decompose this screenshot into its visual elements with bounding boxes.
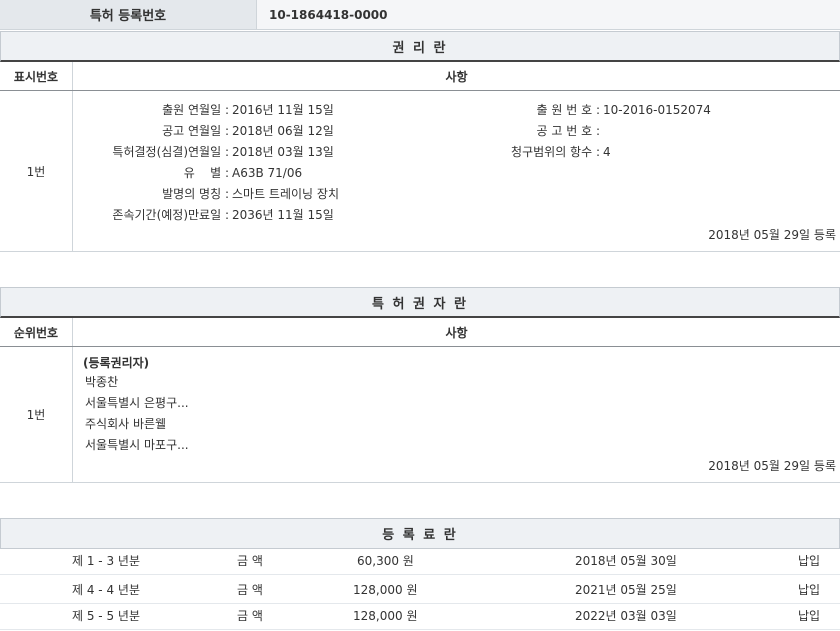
owner-section-title: 특 허 권 자 란	[0, 287, 840, 318]
owner-row-content: (등록권리자) 박종찬 서울특별시 은평구... 주식회사 바른웰 서울특별시 …	[73, 347, 840, 482]
fee-status: 납입	[798, 609, 821, 623]
owner-address-2: 서울특별시 마포구...	[85, 438, 189, 452]
invention-title-value: 스마트 트레이닝 장치	[232, 187, 339, 201]
claims-count-value: 4	[603, 144, 611, 159]
decision-date-label: 특허결정(심결)연월일 :	[112, 145, 229, 159]
patent-number-value: 10-1864418-0000	[257, 0, 840, 29]
owner-name-2: 주식회사 바른웰	[85, 417, 167, 431]
application-number: 출 원 번 호 : 10-2016-0152074	[423, 99, 711, 120]
filing-date: 출원 연월일 : 2016년 11월 15일	[73, 99, 334, 120]
fee-amount: 128,000 원	[353, 583, 418, 597]
fee-period: 제 5 - 5 년분	[72, 609, 140, 623]
patent-number-row: 특허 등록번호 10-1864418-0000	[0, 0, 840, 30]
publication-date: 공고 연월일 : 2018년 06월 12일	[73, 120, 334, 141]
fee-status: 납입	[798, 583, 821, 597]
fee-amount: 128,000 원	[353, 609, 418, 623]
fee-amount: 60,300 원	[357, 554, 414, 568]
claims-count: 청구범위의 항수 : 4	[423, 141, 611, 162]
publication-number: 공 고 번 호 :	[423, 120, 603, 141]
owner-column-header: 순위번호 사항	[0, 318, 840, 347]
fee-date: 2021년 05월 25일	[575, 583, 677, 597]
publication-date-value: 2018년 06월 12일	[232, 124, 334, 138]
rights-col-no: 표시번호	[0, 62, 73, 90]
owner-address-1: 서울특별시 은평구...	[85, 396, 189, 410]
invention-title: 발명의 명칭 : 스마트 트레이닝 장치	[73, 183, 339, 204]
fee-amount-label: 금 액	[237, 609, 263, 623]
application-number-label: 출 원 번 호 :	[536, 103, 600, 117]
rights-row: 1번 출원 연월일 : 2016년 11월 15일 공고 연월일 : 2018년…	[0, 91, 840, 252]
invention-title-label: 발명의 명칭 :	[162, 187, 229, 201]
fee-section-title: 등 록 료 란	[0, 518, 840, 549]
expiry-date-value: 2036년 11월 15일	[232, 208, 334, 222]
rights-row-content: 출원 연월일 : 2016년 11월 15일 공고 연월일 : 2018년 06…	[73, 91, 840, 251]
fee-date: 2022년 03월 03일	[575, 609, 677, 623]
fee-period: 제 1 - 3 년분	[72, 554, 140, 568]
decision-date: 특허결정(심결)연월일 : 2018년 03월 13일	[73, 141, 334, 162]
classification-label: 유 별 :	[183, 166, 229, 180]
fee-row: 제 5 - 5 년분 금 액 128,000 원 2022년 03월 03일 납…	[0, 601, 840, 630]
fee-period: 제 4 - 4 년분	[72, 583, 140, 597]
patent-number-label: 특허 등록번호	[0, 0, 257, 29]
fee-amount-label: 금 액	[237, 583, 263, 597]
application-number-value: 10-2016-0152074	[603, 102, 711, 117]
filing-date-label: 출원 연월일 :	[162, 103, 229, 117]
fee-status: 납입	[798, 554, 821, 568]
publication-number-label: 공 고 번 호 :	[536, 124, 600, 138]
fee-row: 제 1 - 3 년분 금 액 60,300 원 2018년 05월 30일 납입	[0, 546, 840, 575]
owner-row-no: 1번	[0, 347, 73, 482]
rights-registration-date: 2018년 05월 29일 등록	[708, 228, 836, 242]
classification: 유 별 : A63B 71/06	[73, 162, 302, 183]
fee-amount-label: 금 액	[237, 554, 263, 568]
rights-row-no: 1번	[0, 91, 73, 251]
classification-value: A63B 71/06	[232, 165, 303, 180]
decision-date-value: 2018년 03월 13일	[232, 145, 334, 159]
expiry-date: 존속기간(예정)만료일 : 2036년 11월 15일	[73, 204, 334, 225]
owner-heading: (등록권리자)	[83, 356, 150, 370]
claims-count-label: 청구범위의 항수 :	[511, 145, 600, 159]
fee-row: 제 4 - 4 년분 금 액 128,000 원 2021년 05월 25일 납…	[0, 575, 840, 604]
rights-col-content: 사항	[445, 69, 468, 84]
rights-section-title: 권 리 란	[0, 31, 840, 62]
owner-name-1: 박종찬	[85, 375, 119, 389]
owner-row: 1번 (등록권리자) 박종찬 서울특별시 은평구... 주식회사 바른웰 서울특…	[0, 347, 840, 483]
publication-date-label: 공고 연월일 :	[162, 124, 229, 138]
filing-date-value: 2016년 11월 15일	[232, 103, 334, 117]
fee-date: 2018년 05월 30일	[575, 554, 677, 568]
rights-column-header: 표시번호 사항	[0, 62, 840, 91]
expiry-date-label: 존속기간(예정)만료일 :	[112, 208, 229, 222]
owner-registration-date: 2018년 05월 29일 등록	[708, 459, 836, 473]
owner-col-content: 사항	[445, 325, 468, 340]
owner-col-no: 순위번호	[0, 318, 73, 346]
